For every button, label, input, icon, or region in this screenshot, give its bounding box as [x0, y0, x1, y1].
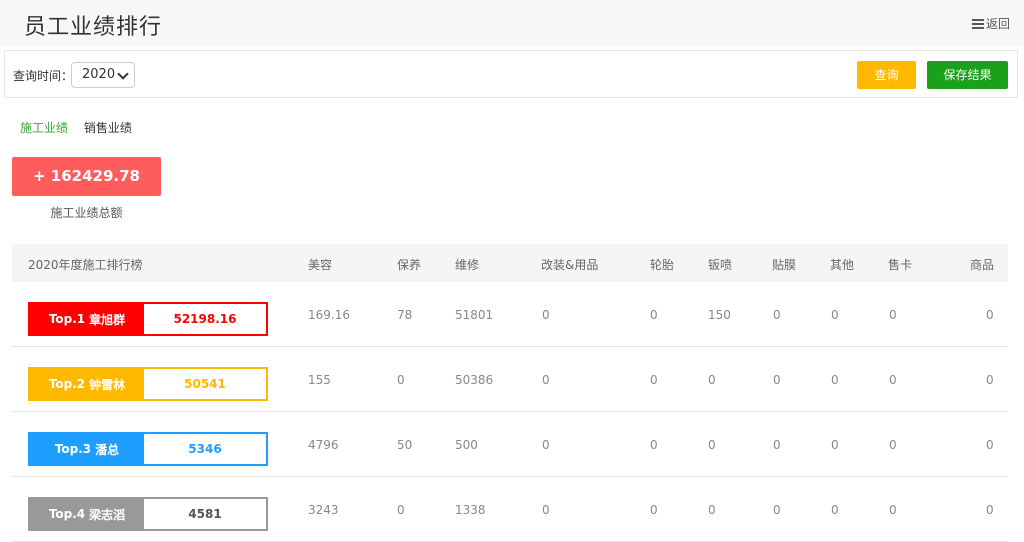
cell-film: 0	[773, 308, 781, 322]
query-button[interactable]: 查询	[857, 61, 916, 89]
cell-beauty: 155	[308, 373, 331, 387]
cell-modification: 0	[542, 373, 550, 387]
back-label: 返回	[985, 17, 1010, 31]
rank-label: Top.3 潘总	[30, 434, 144, 464]
cell-film: 0	[773, 373, 781, 387]
cell-maintenance: 50	[397, 438, 413, 452]
cell-goods: 0	[986, 503, 994, 517]
save-result-button[interactable]: 保存结果	[927, 61, 1008, 89]
cell-other: 0	[831, 373, 839, 387]
rank-badge: Top.4 梁志滔 4581	[28, 497, 268, 531]
cell-modification: 0	[542, 503, 550, 517]
back-button[interactable]: 返回	[971, 15, 1010, 32]
cell-goods: 0	[986, 308, 994, 322]
cell-modification: 0	[542, 308, 550, 322]
rank-number: Top.4	[48, 507, 86, 521]
employee-score: 50541	[144, 369, 266, 399]
column-header-modification: 改装&用品	[541, 258, 599, 272]
cell-paint: 0	[708, 503, 716, 517]
performance-tabs: 施工业绩 销售业绩	[20, 119, 144, 136]
employee-score: 5346	[144, 434, 266, 464]
employee-name: 钟雷林	[89, 377, 126, 392]
cell-goods: 0	[986, 373, 994, 387]
cell-film: 0	[773, 438, 781, 452]
cell-modification: 0	[542, 438, 550, 452]
page-header: 员工业绩排行 返回	[0, 0, 1024, 46]
cell-repair: 1338	[455, 503, 486, 517]
rank-badge: Top.2 钟雷林 50541	[28, 367, 268, 401]
cell-beauty: 4796	[308, 438, 339, 452]
cell-card-sales: 0	[889, 308, 897, 322]
cell-card-sales: 0	[889, 503, 897, 517]
year-select-value: 2020	[82, 67, 116, 82]
cell-other: 0	[831, 308, 839, 322]
rank-badge: Top.1 章旭群 52198.16	[28, 302, 268, 336]
cell-paint: 150	[708, 308, 731, 322]
employee-score: 4581	[144, 499, 266, 529]
rank-label: Top.2 钟雷林	[30, 369, 144, 399]
rank-number: Top.2	[48, 377, 86, 391]
cell-other: 0	[831, 438, 839, 452]
cell-card-sales: 0	[889, 373, 897, 387]
rank-label: Top.4 梁志滔	[30, 499, 144, 529]
cell-repair: 51801	[455, 308, 494, 322]
rank-number: Top.1	[48, 312, 86, 326]
column-header-repair: 维修	[455, 258, 480, 272]
page-title: 员工业绩排行	[24, 15, 163, 40]
column-header-maintenance: 保养	[397, 258, 422, 272]
cell-card-sales: 0	[889, 438, 897, 452]
column-header-beauty: 美容	[308, 258, 333, 272]
column-header-goods: 商品	[970, 258, 995, 272]
tab-construction[interactable]: 施工业绩	[20, 119, 68, 136]
cell-paint: 0	[708, 438, 716, 452]
query-time-label: 查询时间：	[13, 69, 74, 83]
cell-paint: 0	[708, 373, 716, 387]
column-header-ranking: 2020年度施工排行榜	[28, 258, 143, 272]
column-header-tires: 轮胎	[650, 258, 675, 272]
employee-name: 章旭群	[89, 312, 126, 327]
table-row: Top.2 钟雷林 50541 155 0 50386 0 0 0 0 0 0 …	[12, 347, 1008, 412]
cell-maintenance: 0	[397, 503, 405, 517]
employee-name: 梁志滔	[89, 507, 126, 522]
cell-film: 0	[773, 503, 781, 517]
cell-beauty: 3243	[308, 503, 339, 517]
chevron-down-icon	[117, 68, 129, 80]
cell-maintenance: 78	[397, 308, 413, 322]
cell-tires: 0	[650, 503, 658, 517]
cell-maintenance: 0	[397, 373, 405, 387]
cell-goods: 0	[986, 438, 994, 452]
tab-sales[interactable]: 销售业绩	[84, 119, 132, 136]
cell-tires: 0	[650, 308, 658, 322]
column-header-other: 其他	[830, 258, 855, 272]
rank-label: Top.1 章旭群	[30, 304, 144, 334]
cell-repair: 500	[455, 438, 478, 452]
rank-badge: Top.3 潘总 5346	[28, 432, 268, 466]
table-header: 2020年度施工排行榜 美容 保养 维修 改装&用品 轮胎 钣喷 贴膜 其他 售…	[12, 244, 1008, 282]
rank-number: Top.3	[54, 442, 92, 456]
column-header-film: 贴膜	[772, 258, 797, 272]
column-header-card-sales: 售卡	[888, 258, 913, 272]
employee-score: 52198.16	[144, 304, 266, 334]
column-header-paint: 钣喷	[708, 258, 733, 272]
total-amount-caption: 施工业绩总额	[50, 206, 123, 220]
employee-name: 潘总	[95, 442, 120, 457]
total-amount-badge: + 162429.78	[12, 157, 161, 196]
year-select[interactable]: 2020	[71, 62, 135, 88]
table-row: Top.3 潘总 5346 4796 50 500 0 0 0 0 0 0 0	[12, 412, 1008, 477]
cell-other: 0	[831, 503, 839, 517]
cell-tires: 0	[650, 438, 658, 452]
cell-repair: 50386	[455, 373, 494, 387]
list-icon	[971, 18, 984, 29]
cell-tires: 0	[650, 373, 658, 387]
cell-beauty: 169.16	[308, 308, 350, 322]
table-row: Top.1 章旭群 52198.16 169.16 78 51801 0 0 1…	[12, 282, 1008, 347]
filter-bar: 查询时间： 2020 查询 保存结果	[4, 50, 1018, 98]
table-row: Top.4 梁志滔 4581 3243 0 1338 0 0 0 0 0 0 0	[12, 477, 1008, 542]
